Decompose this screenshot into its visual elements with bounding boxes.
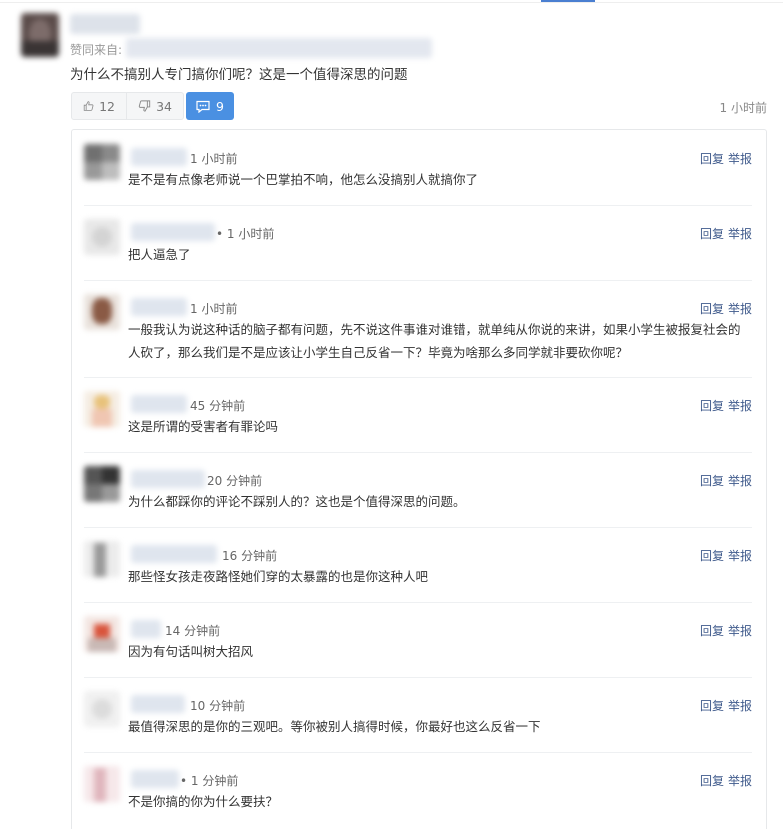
- reply-text: 那些怪女孩走夜路怪她们穿的太暴露的也是你这种人吧: [128, 569, 429, 584]
- report-link[interactable]: 举报: [728, 302, 752, 316]
- replies-toggle-button[interactable]: 9: [186, 92, 234, 120]
- report-link[interactable]: 举报: [728, 227, 752, 241]
- report-link[interactable]: 举报: [728, 152, 752, 166]
- comment-author-name-redacted[interactable]: [70, 14, 140, 34]
- reply-divider: [84, 205, 752, 206]
- thumbs-down-icon: [138, 100, 151, 112]
- report-link[interactable]: 举报: [728, 549, 752, 563]
- reply-text: 为什么都踩你的评论不踩别人的？这也是个值得深思的问题。: [128, 494, 466, 509]
- reply-timestamp: 16 分钟前: [222, 549, 278, 563]
- reply-avatar[interactable]: [84, 691, 120, 727]
- comment-avatar[interactable]: [21, 13, 59, 57]
- reply-actions: 回复 举报: [700, 547, 752, 564]
- top-divider: [0, 2, 783, 3]
- reply-avatar[interactable]: [84, 391, 120, 427]
- reply-link[interactable]: 回复: [700, 624, 724, 638]
- reply-link[interactable]: 回复: [700, 227, 724, 241]
- thumbs-up-icon: [83, 101, 94, 111]
- support-users-redacted[interactable]: [126, 38, 432, 58]
- reply-author-redacted[interactable]: [131, 695, 185, 713]
- reply-actions: 回复 举报: [700, 472, 752, 489]
- comment-timestamp: 1 小时前: [719, 101, 767, 115]
- reply-divider: [84, 752, 752, 753]
- report-link[interactable]: 举报: [728, 474, 752, 488]
- upvote-count: 12: [99, 98, 115, 114]
- reply-actions: 回复 举报: [700, 772, 752, 789]
- reply-divider: [84, 677, 752, 678]
- reply-actions: 回复 举报: [700, 622, 752, 639]
- comment-bubble-icon: [196, 100, 210, 113]
- reply-avatar[interactable]: [84, 541, 120, 577]
- reply-avatar[interactable]: [84, 466, 120, 502]
- reply-text: 最值得深思的是你的三观吧。等你被别人搞得时候，你最好也这么反省一下: [128, 719, 541, 734]
- reply-avatar[interactable]: [84, 766, 120, 802]
- reply-link[interactable]: 回复: [700, 774, 724, 788]
- reply-timestamp: • 1 小时前: [216, 227, 275, 241]
- reply-text: 不是你搞的你为什么要扶？: [128, 794, 279, 809]
- reply-timestamp: 1 小时前: [190, 152, 238, 166]
- report-link[interactable]: 举报: [728, 774, 752, 788]
- reply-text: 因为有句话叫树大招风: [128, 644, 254, 659]
- reply-divider: [84, 280, 752, 281]
- reply-text: 这是所谓的受害者有罪论吗: [128, 419, 279, 434]
- reply-text: 是不是有点像老师说一个巴掌拍不响，他怎么没搞别人就搞你了: [128, 172, 479, 187]
- reply-author-redacted[interactable]: [131, 223, 215, 241]
- report-link[interactable]: 举报: [728, 699, 752, 713]
- reply-actions: 回复 举报: [700, 225, 752, 242]
- reply-avatar[interactable]: [84, 144, 120, 180]
- vote-group: 12 34: [71, 92, 184, 120]
- reply-author-redacted[interactable]: [131, 620, 161, 638]
- reply-actions: 回复 举报: [700, 300, 752, 317]
- reply-timestamp: 14 分钟前: [165, 624, 221, 638]
- reply-link[interactable]: 回复: [700, 152, 724, 166]
- reply-author-redacted[interactable]: [131, 545, 217, 563]
- reply-author-redacted[interactable]: [131, 395, 187, 413]
- reply-divider: [84, 452, 752, 453]
- reply-timestamp: 10 分钟前: [190, 699, 246, 713]
- reply-avatar[interactable]: [84, 294, 120, 330]
- reply-divider: [84, 602, 752, 603]
- reply-divider: [84, 377, 752, 378]
- upvote-button[interactable]: 12: [71, 92, 127, 120]
- reply-timestamp: 20 分钟前: [207, 474, 263, 488]
- downvote-button[interactable]: 34: [127, 92, 184, 120]
- reply-text: 把人逼急了: [128, 247, 191, 262]
- support-label: 赞同来自:: [70, 43, 123, 57]
- reply-author-redacted[interactable]: [131, 470, 205, 488]
- reply-link[interactable]: 回复: [700, 302, 724, 316]
- reply-author-redacted[interactable]: [131, 298, 187, 316]
- report-link[interactable]: 举报: [728, 624, 752, 638]
- reply-avatar[interactable]: [84, 616, 120, 652]
- reply-avatar[interactable]: [84, 219, 120, 255]
- downvote-count: 34: [156, 98, 172, 114]
- reply-actions: 回复 举报: [700, 397, 752, 414]
- reply-timestamp: • 1 分钟前: [180, 774, 239, 788]
- reply-timestamp: 45 分钟前: [190, 399, 246, 413]
- reply-actions: 回复 举报: [700, 697, 752, 714]
- reply-author-redacted[interactable]: [131, 148, 187, 166]
- reply-link[interactable]: 回复: [700, 549, 724, 563]
- reply-link[interactable]: 回复: [700, 474, 724, 488]
- reply-author-redacted[interactable]: [131, 770, 179, 788]
- reply-divider: [84, 527, 752, 528]
- reply-actions: 回复 举报: [700, 150, 752, 167]
- reply-timestamp: 1 小时前: [190, 302, 238, 316]
- reply-link[interactable]: 回复: [700, 399, 724, 413]
- report-link[interactable]: 举报: [728, 399, 752, 413]
- reply-count: 9: [216, 98, 224, 114]
- reply-link[interactable]: 回复: [700, 699, 724, 713]
- comment-content: 为什么不搞别人专门搞你们呢？这是一个值得深思的问题: [70, 67, 408, 83]
- reply-text: 一般我认为说这种话的脑子都有问题，先不说这件事谁对谁错，就单纯从你说的来讲，如果…: [128, 322, 741, 360]
